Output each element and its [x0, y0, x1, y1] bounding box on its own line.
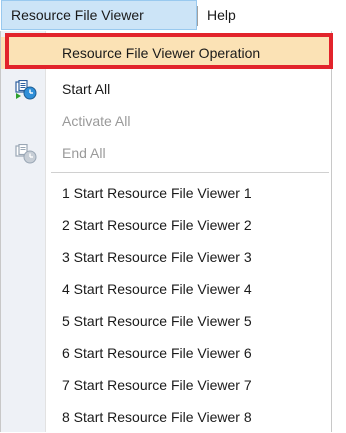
menu-item-start-viewer-2[interactable]: 2 Start Resource File Viewer 2	[1, 209, 331, 241]
menu-item-end-all[interactable]: End All	[1, 137, 331, 169]
menu-item-start-viewer-1[interactable]: 1 Start Resource File Viewer 1	[1, 177, 331, 209]
menu-item-label: 8 Start Resource File Viewer 8	[62, 409, 252, 425]
menu-item-label: Resource File Viewer Operation	[62, 45, 261, 61]
end-all-icon	[15, 143, 37, 164]
menu-item-label: 4 Start Resource File Viewer 4	[62, 281, 252, 297]
menu-item-label: 6 Start Resource File Viewer 6	[62, 345, 252, 361]
menu-item-label: Start All	[62, 81, 111, 97]
dropdown-menu: Resource File Viewer Operation Start All…	[0, 31, 333, 433]
menu-item-start-viewer-8[interactable]: 8 Start Resource File Viewer 8	[1, 401, 331, 433]
menu-item-label: 1 Start Resource File Viewer 1	[62, 185, 252, 201]
menu-item-label: 7 Start Resource File Viewer 7	[62, 377, 252, 393]
start-all-icon	[15, 79, 37, 100]
menu-resource-file-viewer[interactable]: Resource File Viewer	[1, 0, 197, 30]
menu-item-activate-all[interactable]: Activate All	[1, 105, 331, 137]
menu-item-start-viewer-6[interactable]: 6 Start Resource File Viewer 6	[1, 337, 331, 369]
menu-item-label: 3 Start Resource File Viewer 3	[62, 249, 252, 265]
menu-item-start-viewer-4[interactable]: 4 Start Resource File Viewer 4	[1, 273, 331, 305]
menu-bar: Resource File Viewer Help	[0, 0, 346, 32]
menu-item-label: Activate All	[62, 113, 131, 129]
menu-help[interactable]: Help	[198, 0, 245, 30]
menu-separator	[51, 172, 329, 173]
menu-item-start-viewer-3[interactable]: 3 Start Resource File Viewer 3	[1, 241, 331, 273]
menu-item-label: 2 Start Resource File Viewer 2	[62, 217, 252, 233]
menu-item-start-all[interactable]: Start All	[1, 73, 331, 105]
menu-item-label: End All	[62, 145, 106, 161]
menu-item-start-viewer-5[interactable]: 5 Start Resource File Viewer 5	[1, 305, 331, 337]
menu-item-label: 5 Start Resource File Viewer 5	[62, 313, 252, 329]
menu-item-start-viewer-7[interactable]: 7 Start Resource File Viewer 7	[1, 369, 331, 401]
menu-item-resource-file-viewer-operation[interactable]: Resource File Viewer Operation	[1, 37, 331, 69]
